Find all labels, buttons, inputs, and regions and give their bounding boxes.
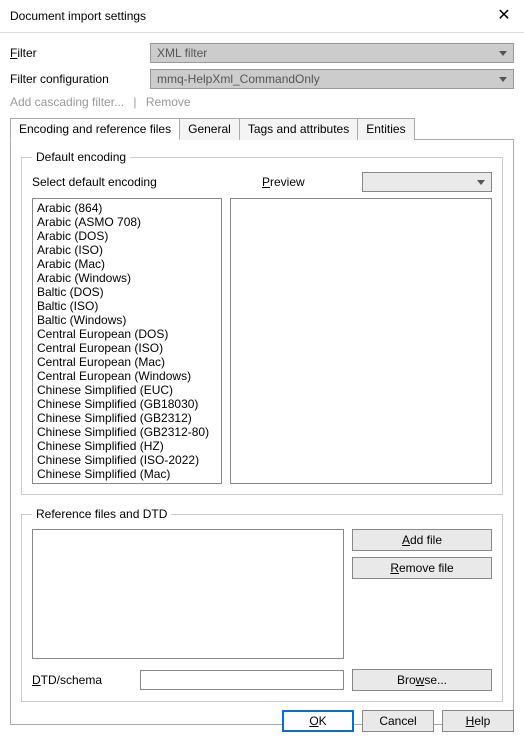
dialog-title: Document import settings [10, 9, 146, 23]
filter-config-value: mmq-HelpXml_CommandOnly [157, 72, 320, 86]
dtd-label: DTD/schema [32, 673, 132, 687]
encoding-option[interactable]: Central European (Windows) [37, 369, 217, 383]
encoding-option[interactable]: Baltic (DOS) [37, 285, 217, 299]
encoding-option[interactable]: Arabic (Windows) [37, 271, 217, 285]
dtd-input[interactable] [140, 670, 344, 690]
add-file-button[interactable]: Add file [352, 529, 492, 551]
encoding-option[interactable]: Arabic (DOS) [37, 229, 217, 243]
encoding-option[interactable]: Chinese Simplified (GB18030) [37, 397, 217, 411]
default-encoding-legend: Default encoding [32, 150, 130, 164]
ok-button[interactable]: OK [282, 710, 354, 732]
cancel-button[interactable]: Cancel [362, 710, 434, 732]
encoding-option[interactable]: Chinese Simplified (Mac) [37, 467, 217, 481]
encoding-listbox[interactable]: Arabic (864)Arabic (ASMO 708)Arabic (DOS… [32, 198, 222, 484]
chevron-down-icon [499, 51, 507, 56]
filter-label: Filter [10, 46, 150, 60]
browse-button[interactable]: Browse... [352, 669, 492, 691]
tabs: Encoding and reference files General Tag… [10, 117, 514, 140]
filter-value: XML filter [157, 46, 207, 60]
toolbar-separator: | [133, 95, 136, 109]
tab-encoding-reference[interactable]: Encoding and reference files [10, 118, 180, 140]
reference-files-group: Reference files and DTD Add file Remove … [21, 507, 503, 702]
encoding-option[interactable]: Baltic (Windows) [37, 313, 217, 327]
preview-box[interactable] [230, 198, 492, 484]
encoding-option[interactable]: Chinese Simplified (GB2312) [37, 411, 217, 425]
remove-filter-link[interactable]: Remove [146, 95, 191, 109]
tab-general[interactable]: General [179, 118, 240, 140]
encoding-option[interactable]: Chinese Traditional (Big5) [37, 481, 217, 484]
tab-entities[interactable]: Entities [357, 118, 414, 140]
encoding-option[interactable]: Central European (Mac) [37, 355, 217, 369]
filter-config-label: Filter configuration [10, 72, 150, 86]
encoding-option[interactable]: Central European (DOS) [37, 327, 217, 341]
chevron-down-icon [499, 77, 507, 82]
add-cascading-filter-link[interactable]: Add cascading filter... [10, 95, 124, 109]
filter-select[interactable]: XML filter [150, 43, 514, 63]
reference-files-list[interactable] [32, 529, 344, 659]
chevron-down-icon [477, 180, 485, 185]
encoding-option[interactable]: Arabic (Mac) [37, 257, 217, 271]
select-default-encoding-label: Select default encoding [32, 175, 262, 189]
filter-config-select[interactable]: mmq-HelpXml_CommandOnly [150, 69, 514, 89]
encoding-option[interactable]: Arabic (ASMO 708) [37, 215, 217, 229]
default-encoding-group: Default encoding Select default encoding… [21, 150, 503, 495]
encoding-option[interactable]: Chinese Simplified (ISO-2022) [37, 453, 217, 467]
preview-label: Preview [262, 175, 362, 189]
encoding-option[interactable]: Central European (ISO) [37, 341, 217, 355]
help-button[interactable]: Help [442, 710, 514, 732]
preview-select[interactable] [362, 172, 492, 192]
encoding-option[interactable]: Baltic (ISO) [37, 299, 217, 313]
close-icon[interactable]: ✕ [492, 6, 516, 26]
tab-tags-attributes[interactable]: Tags and attributes [239, 118, 358, 140]
tab-panel: Default encoding Select default encoding… [10, 140, 514, 725]
encoding-option[interactable]: Arabic (ISO) [37, 243, 217, 257]
remove-file-button[interactable]: Remove file [352, 557, 492, 579]
encoding-option[interactable]: Chinese Simplified (GB2312-80) [37, 425, 217, 439]
reference-files-legend: Reference files and DTD [32, 507, 171, 521]
encoding-option[interactable]: Chinese Simplified (EUC) [37, 383, 217, 397]
encoding-option[interactable]: Chinese Simplified (HZ) [37, 439, 217, 453]
encoding-option[interactable]: Arabic (864) [37, 201, 217, 215]
